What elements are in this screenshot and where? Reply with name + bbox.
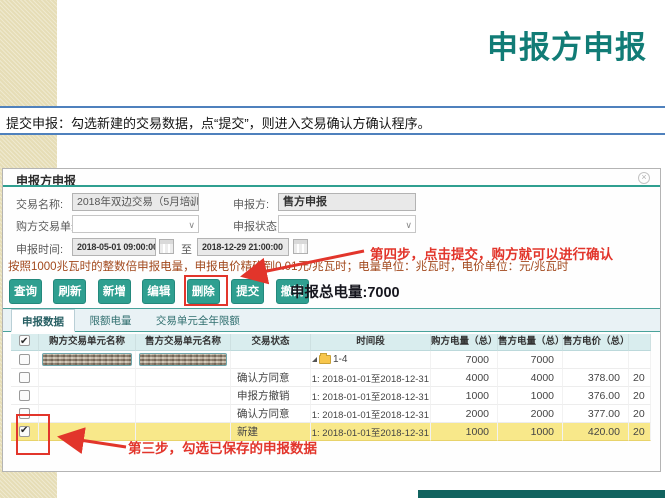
table-row[interactable]: 确认方同意 1: 2018-01-01至2018-12-31 4000 4000… [11,369,651,387]
status-cell: 新建 [231,423,311,441]
status-cell: 确认方同意 [231,405,311,423]
query-button[interactable]: 查询 [9,279,42,304]
chevron-down-icon: ∨ [188,217,195,233]
title-separator [3,185,660,187]
col-buyer-unit: 购方交易单元名称 [39,334,136,351]
total-energy-label: 申报总电量:7000 [290,281,400,302]
status-cell: 申报方撤销 [231,387,311,405]
refresh-button[interactable]: 刷新 [53,279,86,304]
submit-button[interactable]: 提交 [231,279,264,304]
col-sell-qty: 售方电量（总） [498,334,563,351]
status-select[interactable]: ∨ [278,215,416,233]
chevron-down-icon: ∨ [188,195,195,211]
col-seller-unit: 售方交易单元名称 [136,334,231,351]
buyer-name-censored [39,351,136,369]
censored-block [42,353,132,366]
delete-button[interactable]: 删除 [187,279,220,304]
row-checkbox[interactable] [19,426,30,437]
to-separator: 至 [181,241,192,257]
close-icon[interactable]: × [638,172,650,184]
status-cell: 确认方同意 [231,369,311,387]
tab-declaration-data[interactable]: 申报数据 [11,309,75,332]
toolbar: 查询 刷新 新增 编辑 删除 提交 撤销 [9,279,316,304]
instruction-text: 提交申报：勾选新建的交易数据，点“提交”，则进入交易确认方确认程序。 [0,106,665,135]
tab-unit-annual-limit[interactable]: 交易单元全年限额 [146,309,250,332]
row-checkbox[interactable] [19,354,30,365]
censored-block [139,353,227,366]
folder-icon [319,355,331,364]
declaration-window: 申报方申报 × 交易名称: 2018年双边交易（5月培训发电企 ∨ 申报方: 售… [2,168,661,472]
header-checkbox-cell [11,334,39,351]
table-header-row: 购方交易单元名称 售方交易单元名称 交易状态 时间段 购方电量（总） 售方电量（… [11,334,651,351]
chevron-down-icon: ∨ [405,217,412,233]
table-row[interactable]: 1-4 7000 7000 [11,351,651,369]
declarer-label: 申报方: [233,196,269,212]
row-checkbox[interactable] [19,390,30,401]
trade-name-select[interactable]: 2018年双边交易（5月培训发电企 ∨ [72,193,199,211]
col-sell-price: 售方电价（总） [563,334,629,351]
declaration-table: 购方交易单元名称 售方交易单元名称 交易状态 时间段 购方电量（总） 售方电量（… [11,334,651,441]
col-buy-qty: 购方电量（总） [431,334,498,351]
time-from-input[interactable]: 2018-05-01 09:00:00 [72,238,156,256]
edit-button[interactable]: 编辑 [142,279,175,304]
declarer-field[interactable]: 售方申报 [278,193,416,211]
row-checkbox[interactable] [19,372,30,383]
declarer-value: 售方申报 [283,196,327,208]
declaration-notice: 按照1000兆瓦时的整数倍申报电量，申报电价精确到0.01元/兆瓦时；电量单位：… [8,258,568,274]
calendar-icon[interactable] [159,239,174,254]
time-to-input[interactable]: 2018-12-29 21:00:00 [197,238,289,256]
col-period: 时间段 [311,334,431,351]
seller-name-censored [136,351,231,369]
col-trade-status: 交易状态 [231,334,311,351]
table-row-selected[interactable]: 新建 1: 2018-01-01至2018-12-31 1000 1000 42… [11,423,651,441]
row-checkbox[interactable] [19,408,30,419]
trade-name-label: 交易名称: [16,196,63,212]
buyer-unit-select[interactable]: ∨ [72,215,199,233]
slide-bottom-bar [418,490,665,498]
table-row[interactable]: 申报方撤销 1: 2018-01-01至2018-12-31 1000 1000… [11,387,651,405]
time-label: 申报时间: [16,241,63,257]
add-button[interactable]: 新增 [98,279,131,304]
col-extra [629,334,651,351]
slide-title: 申报方申报 [487,22,647,67]
tab-bar: 申报数据 限额电量 交易单元全年限额 [3,308,660,332]
calendar-icon[interactable] [293,239,308,254]
trade-name-value: 2018年双边交易（5月培训发电企 [77,196,199,208]
table-row[interactable]: 确认方同意 1: 2018-01-01至2018-12-31 2000 2000… [11,405,651,423]
expand-icon[interactable] [312,357,317,362]
tab-limit-energy[interactable]: 限额电量 [79,309,141,332]
status-label: 申报状态: [233,218,280,234]
select-all-checkbox[interactable] [19,335,30,346]
